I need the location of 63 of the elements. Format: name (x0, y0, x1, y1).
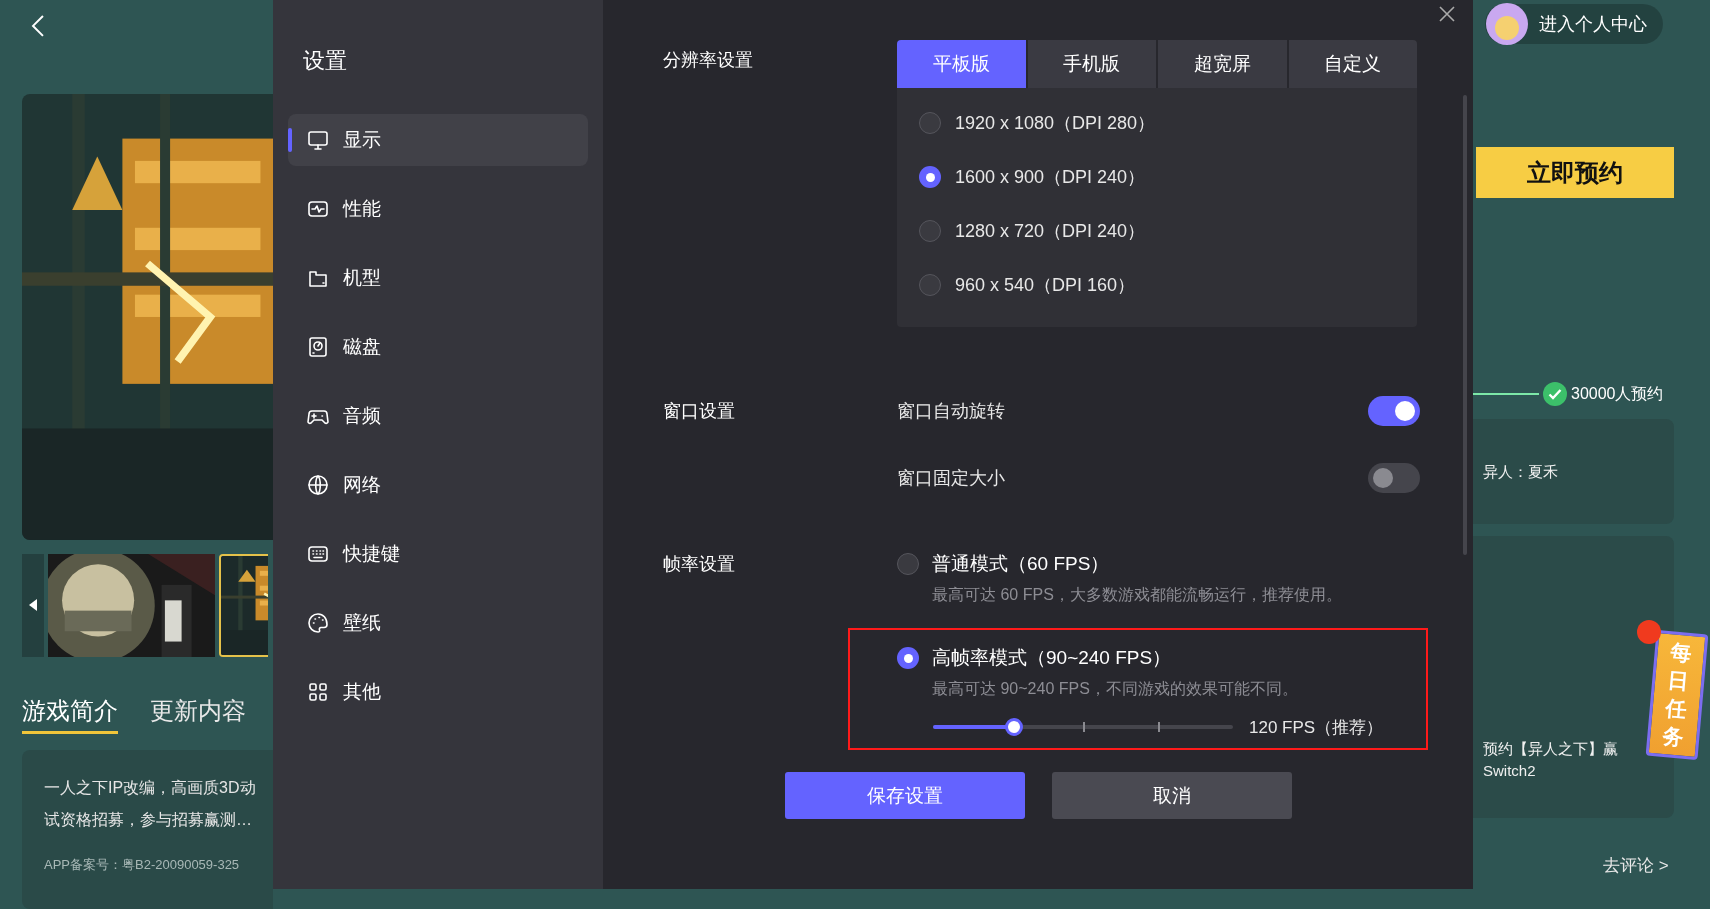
description-text: 一人之下IP改编，高画质3D动 (44, 777, 257, 798)
nav-item[interactable]: 性能 (288, 183, 588, 235)
mode-title: 高帧率模式（90~240 FPS） (932, 646, 1172, 670)
fps-reading: 120 FPS（推荐） (1249, 716, 1384, 739)
tab[interactable]: 自定义 (1288, 40, 1417, 88)
globe-icon (306, 473, 330, 497)
nav-item[interactable]: 网络 (288, 459, 588, 511)
palette-icon (306, 611, 330, 635)
section-label: 帧率设置 (663, 553, 736, 576)
radio-button[interactable] (897, 553, 919, 575)
fps-slider[interactable] (933, 718, 1233, 736)
check-icon (1543, 382, 1567, 406)
section-label: 分辨率设置 (663, 49, 754, 72)
card-text: Switch2 (1483, 761, 1536, 781)
mode-title: 普通模式（60 FPS） (932, 552, 1110, 576)
save-button[interactable]: 保存设置 (784, 772, 1025, 819)
card-text: 异人：夏禾 (1483, 461, 1558, 482)
toggle-switch[interactable] (1368, 396, 1420, 426)
radio-button[interactable] (919, 166, 941, 188)
settings-title: 设置 (302, 47, 348, 75)
comment-link[interactable]: 去评论 > (1603, 854, 1710, 877)
tab[interactable]: 游戏简介 (22, 694, 118, 734)
radio-button[interactable] (897, 647, 919, 669)
description-text: 试资格招募，参与招募赢测… (44, 809, 253, 830)
nav-item[interactable]: 快捷键 (288, 528, 588, 580)
tab[interactable]: 手机版 (1027, 40, 1156, 88)
grid-icon (306, 680, 330, 704)
nav-item[interactable]: 壁纸 (288, 597, 588, 649)
option-label: 960 x 540（DPI 160） (955, 274, 1136, 297)
cancel-button[interactable]: 取消 (1051, 772, 1292, 819)
nav-item[interactable]: 音频 (288, 390, 588, 442)
close-icon[interactable] (1439, 6, 1455, 22)
mode-hint: 最高可达 60 FPS，大多数游戏都能流畅运行，推荐使用。 (932, 585, 1343, 605)
card-text: 预约【异人之下】赢 (1483, 739, 1618, 759)
toggle-switch[interactable] (1368, 463, 1420, 493)
nav-item[interactable]: 机型 (288, 252, 588, 304)
tab[interactable]: 更新内容 (150, 694, 246, 734)
section-label: 窗口设置 (663, 400, 736, 423)
option-label: 1600 x 900（DPI 240） (955, 166, 1146, 189)
nav-item[interactable]: 磁盘 (288, 321, 588, 373)
tab[interactable]: 平板版 (897, 40, 1026, 88)
back-icon[interactable] (30, 14, 46, 38)
avatar-icon (1485, 2, 1529, 46)
nav-item[interactable]: 其他 (288, 666, 588, 718)
mode-hint: 最高可达 90~240 FPS，不同游戏的效果可能不同。 (932, 679, 1299, 699)
option-label: 1920 x 1080（DPI 280） (955, 112, 1156, 135)
toggle-label: 窗口固定大小 (897, 467, 1005, 490)
profile-button[interactable]: 进入个人中心 (1485, 4, 1663, 44)
record-number: APP备案号：粤B2-20090059-325 (44, 855, 241, 874)
reserve-button[interactable]: 立即预约 (1476, 147, 1674, 198)
radio-button[interactable] (919, 112, 941, 134)
monitor-icon (306, 128, 330, 152)
radio-button[interactable] (919, 274, 941, 296)
reserve-count: 30000人预约 (1571, 383, 1664, 404)
selection-indicator (288, 128, 292, 152)
nav-item[interactable]: 显示 (288, 114, 588, 166)
option-label: 1280 x 720（DPI 240） (955, 220, 1146, 243)
triangle-left-icon (29, 599, 37, 612)
toggle-label: 窗口自动旋转 (897, 400, 1005, 423)
slider-thumb[interactable] (1005, 718, 1023, 736)
tab[interactable]: 超宽屏 (1158, 40, 1287, 88)
previous-button[interactable] (22, 553, 44, 657)
radio-button[interactable] (919, 220, 941, 242)
